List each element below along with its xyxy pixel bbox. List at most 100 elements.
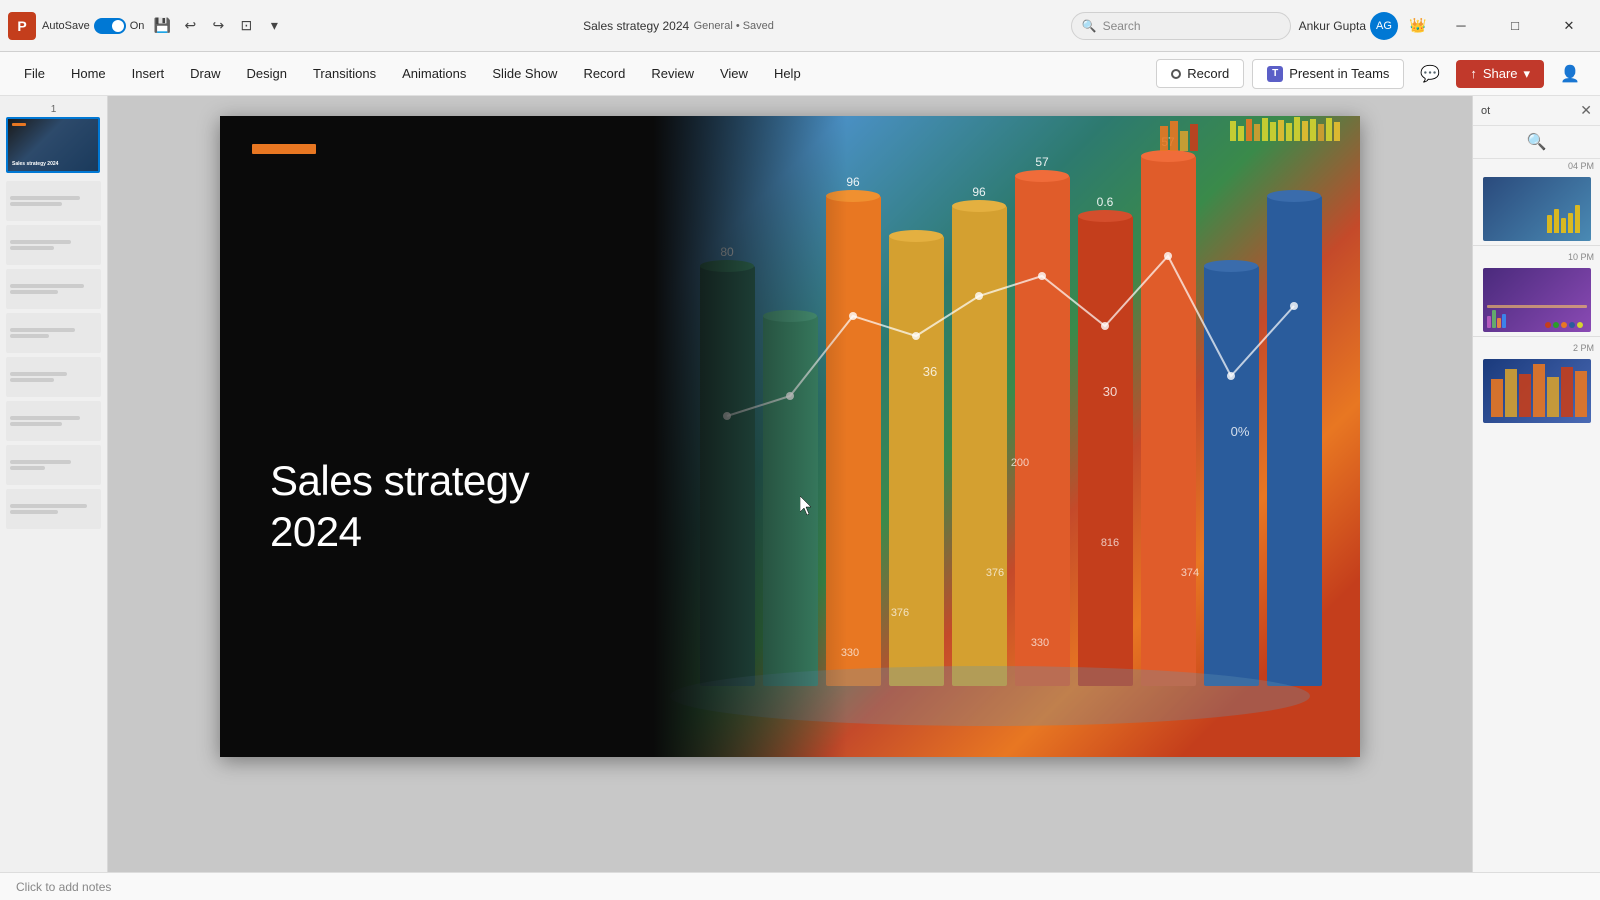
- right-panel: ot ✕ 🔍 04 PM: [1472, 96, 1600, 900]
- placeholder-line: [10, 460, 71, 464]
- placeholder-line: [10, 290, 58, 294]
- user-avatar[interactable]: AG: [1370, 12, 1398, 40]
- search-box[interactable]: 🔍 Search: [1071, 12, 1291, 40]
- mouse-cursor: [800, 496, 812, 516]
- mini-bar: [1487, 316, 1491, 328]
- person-icon[interactable]: 👤: [1552, 60, 1588, 88]
- slide-placeholder-5: [6, 313, 101, 353]
- cursor-icon: [800, 496, 812, 516]
- panel-thumb-3[interactable]: [1483, 359, 1591, 423]
- mini-bar: [1554, 209, 1559, 233]
- autosave-label: AutoSave: [42, 20, 90, 32]
- placeholder-line: [10, 372, 67, 376]
- undo-icon[interactable]: ↩: [178, 14, 202, 38]
- menu-transitions[interactable]: Transitions: [301, 60, 388, 87]
- right-panel-search-icon[interactable]: 🔍: [1527, 132, 1547, 152]
- canvas-area[interactable]: 80 96 96 57 0.6 57 36 30 0% 200 816 374 …: [108, 96, 1472, 900]
- share-chevron: ▾: [1524, 66, 1531, 82]
- panel-item-1: 04 PM: [1473, 159, 1600, 241]
- slide-title[interactable]: Sales strategy 2024: [270, 456, 529, 557]
- record-button[interactable]: Record: [1156, 59, 1244, 88]
- slide-title-line1: Sales strategy: [270, 456, 529, 506]
- panel-thumb-chart-1: [1547, 203, 1587, 233]
- crown-icon[interactable]: 👑: [1406, 14, 1430, 38]
- color-dot-blue: [1569, 322, 1575, 328]
- panel-thumb-2[interactable]: [1483, 268, 1591, 332]
- slide-placeholder-7: [6, 401, 101, 441]
- autosave-toggle[interactable]: [94, 18, 126, 34]
- slide-panel: 1 Sales strategy 2024: [0, 96, 108, 900]
- autosave-area: AutoSave On: [42, 18, 144, 34]
- search-placeholder: Search: [1103, 19, 1141, 33]
- user-name: Ankur Gupta: [1299, 19, 1366, 33]
- placeholder-line: [10, 466, 45, 470]
- panel-time-2: 10 PM: [1473, 250, 1600, 264]
- panel-item-2: 10 PM: [1473, 250, 1600, 332]
- save-icon[interactable]: 💾: [150, 14, 174, 38]
- slide-1-container: 1 Sales strategy 2024: [6, 104, 101, 173]
- slide-placeholder-group: [6, 181, 101, 529]
- close-button[interactable]: ✕: [1546, 10, 1592, 42]
- title-bar-right: 🔍 Search Ankur Gupta AG 👑 ─ □ ✕: [1071, 10, 1592, 42]
- menu-record[interactable]: Record: [571, 60, 637, 87]
- slide-placeholder-8: [6, 445, 101, 485]
- orange-accent-bar: [252, 144, 316, 154]
- panel-divider-2: [1473, 336, 1600, 337]
- menu-file[interactable]: File: [12, 60, 57, 87]
- format-icon[interactable]: ⊡: [234, 14, 258, 38]
- right-panel-search: 🔍: [1473, 126, 1600, 159]
- present-label: Present in Teams: [1289, 66, 1389, 81]
- placeholder-line: [10, 196, 80, 200]
- right-panel-title: ot: [1481, 105, 1490, 117]
- panel-time-1: 04 PM: [1473, 159, 1600, 173]
- placeholder-line: [10, 334, 49, 338]
- menu-design[interactable]: Design: [235, 60, 299, 87]
- slide-1-thumb[interactable]: Sales strategy 2024: [6, 117, 100, 173]
- more-icon[interactable]: ▾: [262, 14, 286, 38]
- color-dot-yellow: [1577, 322, 1583, 328]
- notes-bar[interactable]: Click to add notes: [108, 872, 1472, 900]
- slide-placeholder-4: [6, 269, 101, 309]
- menu-slideshow[interactable]: Slide Show: [480, 60, 569, 87]
- placeholder-line: [10, 246, 54, 250]
- panel-thumb-1[interactable]: [1483, 177, 1591, 241]
- placeholder-line: [10, 510, 58, 514]
- menu-draw[interactable]: Draw: [178, 60, 232, 87]
- menu-insert[interactable]: Insert: [120, 60, 177, 87]
- toggle-state: On: [130, 20, 145, 32]
- mini-bar: [1561, 218, 1566, 233]
- menu-help[interactable]: Help: [762, 60, 813, 87]
- placeholder-line: [10, 240, 71, 244]
- title-bar-left: P AutoSave On 💾 ↩ ↪ ⊡ ▾: [8, 12, 286, 40]
- right-panel-header: ot ✕: [1473, 96, 1600, 126]
- right-panel-close-button[interactable]: ✕: [1580, 102, 1592, 119]
- panel-divider-1: [1473, 245, 1600, 246]
- menu-home[interactable]: Home: [59, 60, 118, 87]
- placeholder-line: [10, 202, 62, 206]
- slide-1-accent-bar: [12, 123, 26, 126]
- share-icon: ↑: [1470, 66, 1477, 81]
- slide-canvas[interactable]: 80 96 96 57 0.6 57 36 30 0% 200 816 374 …: [220, 116, 1360, 757]
- slide-1-thumb-text: Sales strategy 2024: [12, 161, 58, 167]
- powerpoint-logo: P: [8, 12, 36, 40]
- minimize-button[interactable]: ─: [1438, 10, 1484, 42]
- title-center: Sales strategy 2024 General • Saved: [292, 17, 1064, 35]
- restore-button[interactable]: □: [1492, 10, 1538, 42]
- redo-icon[interactable]: ↪: [206, 14, 230, 38]
- user-area: Ankur Gupta AG: [1299, 12, 1398, 40]
- present-in-teams-button[interactable]: T Present in Teams: [1252, 59, 1404, 89]
- color-dot-green: [1553, 322, 1559, 328]
- title-bar: P AutoSave On 💾 ↩ ↪ ⊡ ▾ Sales strategy 2…: [0, 0, 1600, 52]
- placeholder-line: [10, 416, 80, 420]
- comment-icon[interactable]: 💬: [1412, 60, 1448, 88]
- share-button[interactable]: ↑ Share ▾: [1456, 60, 1544, 88]
- mini-bar: [1497, 318, 1501, 328]
- menu-animations[interactable]: Animations: [390, 60, 478, 87]
- panel-line: [1487, 305, 1587, 308]
- menu-bar-left: File Home Insert Draw Design Transitions…: [12, 60, 1154, 87]
- main-layout: 1 Sales strategy 2024: [0, 96, 1600, 900]
- menu-view[interactable]: View: [708, 60, 760, 87]
- notes-text[interactable]: Click to add notes: [108, 880, 111, 894]
- menu-review[interactable]: Review: [639, 60, 706, 87]
- menu-bar-right: Record T Present in Teams 💬 ↑ Share ▾ 👤: [1156, 59, 1588, 89]
